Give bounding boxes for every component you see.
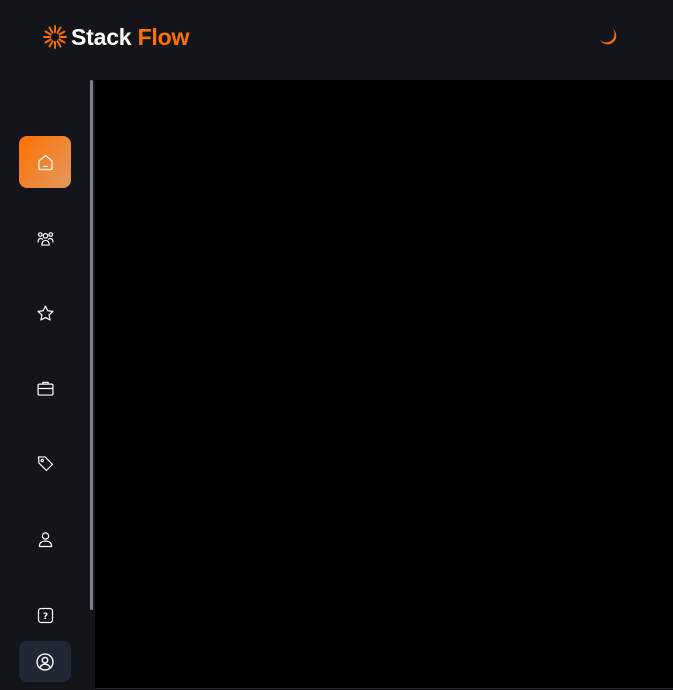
sidebar-item-profile[interactable] [19,513,71,565]
sidebar-item-collections[interactable] [19,287,71,339]
user-profile-button[interactable] [19,641,71,682]
question-icon: ? [37,607,53,623]
sidebar-item-home[interactable] [19,136,71,188]
moon-icon [600,28,617,45]
sidebar-item-community[interactable] [19,212,71,264]
main-content-area [95,80,673,690]
tag-icon [37,455,53,471]
star-icon [37,305,53,321]
sidebar-item-jobs[interactable] [19,362,71,414]
top-navbar: Stack Flow [0,0,673,80]
brand-link[interactable]: Stack Flow [42,22,189,52]
home-icon [37,154,53,170]
brand-name: Stack Flow [71,22,189,52]
sunburst-logo-icon [43,25,67,49]
theme-toggle-button[interactable] [594,23,622,51]
brand-name-part1: Stack [71,24,132,50]
svg-text:?: ? [42,612,47,622]
sidebar-scrollbar[interactable] [90,80,93,610]
bottom-divider [95,688,673,689]
community-icon [36,231,54,246]
brand-name-part2: Flow [137,24,190,50]
user-circle-icon [36,652,54,671]
briefcase-icon [36,381,54,396]
user-icon [38,531,52,547]
app-root: Stack Flow ? [0,0,673,690]
sidebar-item-ask-question[interactable]: ? [19,589,71,641]
sidebar-item-tags[interactable] [19,437,71,489]
